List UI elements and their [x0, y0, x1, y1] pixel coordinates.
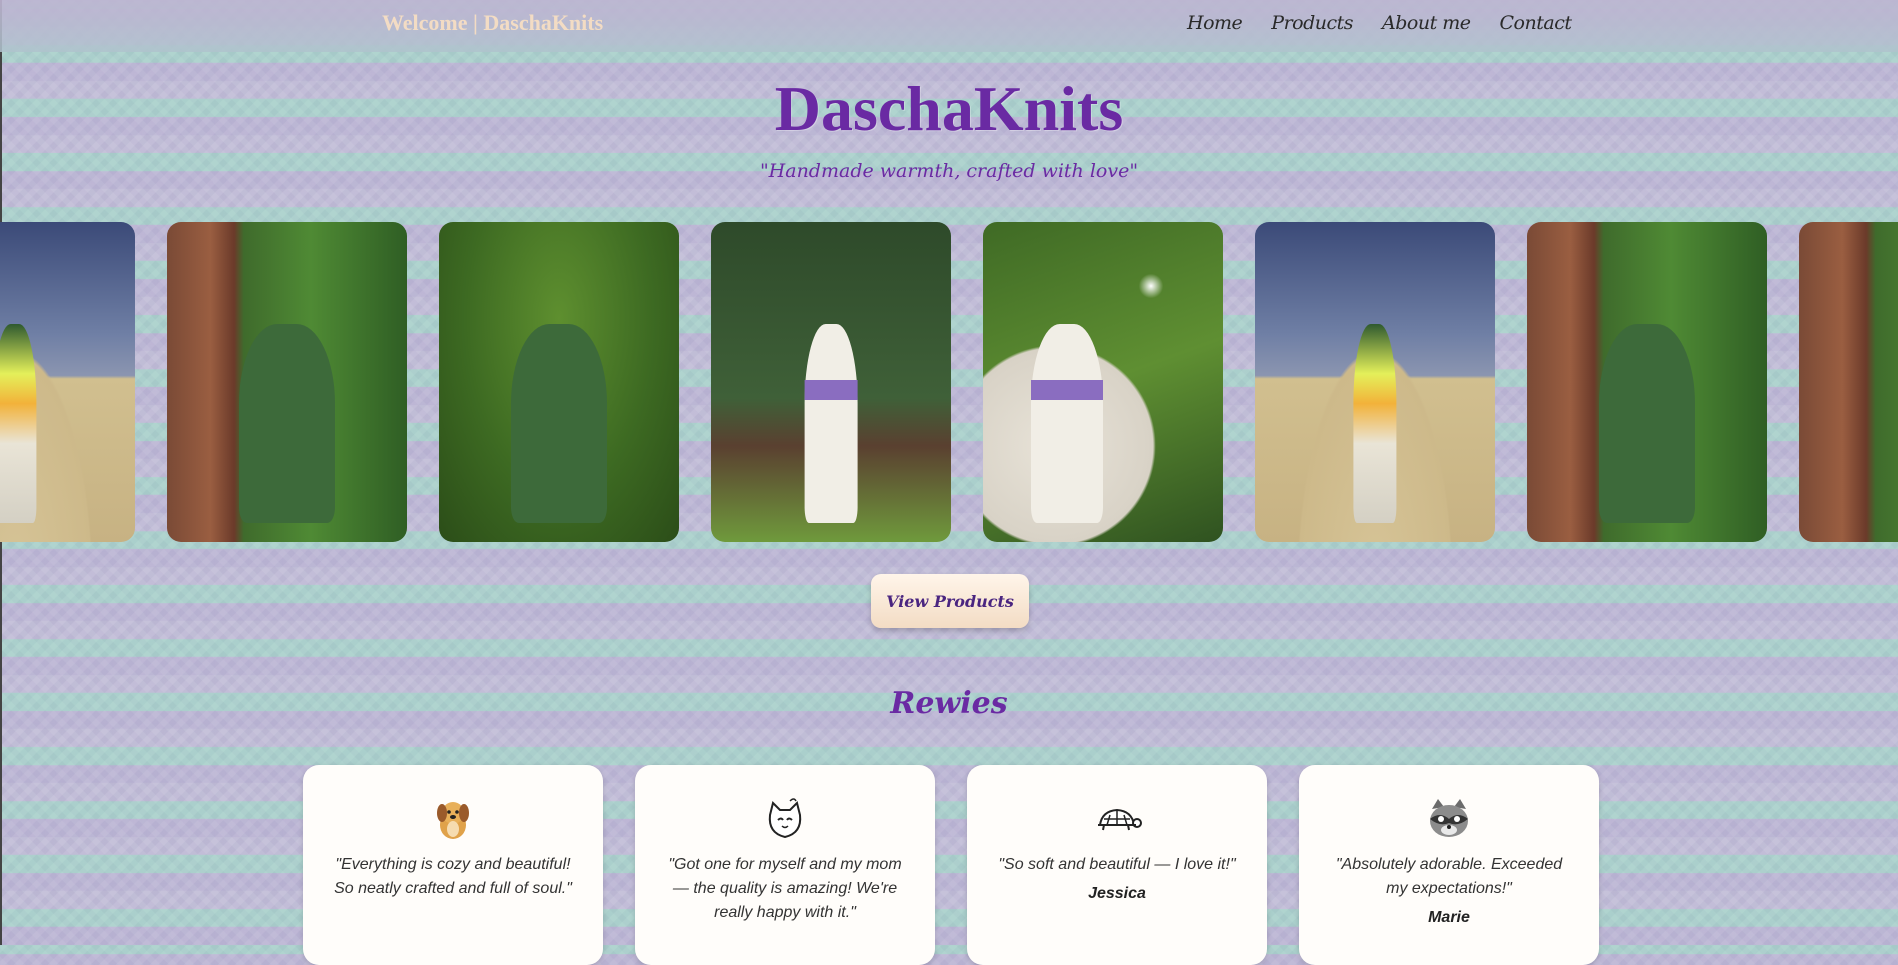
review-author: Jessica	[1088, 885, 1146, 902]
review-text: "Got one for myself and my mom — the qua…	[668, 856, 902, 921]
welcome-title: Welcome | DaschaKnits	[382, 10, 604, 35]
review-card: "So soft and beautiful — I love it!" Jes…	[967, 765, 1267, 965]
carousel-photo-forest-cardigan[interactable]	[439, 222, 679, 542]
review-card: "Absolutely adorable. Exceeded my expect…	[1299, 765, 1599, 965]
nav-about-link[interactable]: About me	[1382, 12, 1471, 34]
person-figure	[1031, 324, 1103, 523]
carousel-photo-sand-dune-2[interactable]	[1255, 222, 1495, 542]
reviews-heading: Rewies	[890, 686, 1008, 721]
review-text: "So soft and beautiful — I love it!"	[998, 856, 1236, 873]
carousel-photo-church-cardigan-2[interactable]	[1527, 222, 1767, 542]
top-navigation-bar: Welcome | DaschaKnits Home Products Abou…	[0, 0, 1898, 52]
brand-tagline: "Handmade warmth, crafted with love"	[759, 160, 1139, 182]
carousel-photo-partial[interactable]	[1799, 222, 1898, 542]
carousel-photo-church-cardigan[interactable]	[167, 222, 407, 542]
review-author: Marie	[1428, 909, 1470, 926]
person-figure	[804, 324, 858, 523]
photo-carousel[interactable]	[0, 222, 1898, 542]
review-card: "Everything is cozy and beautiful! So ne…	[303, 765, 603, 965]
review-text: "Everything is cozy and beautiful! So ne…	[334, 856, 572, 897]
review-text: "Absolutely adorable. Exceeded my expect…	[1335, 856, 1563, 897]
brand-heading: DaschaKnits	[774, 73, 1124, 144]
carousel-photo-daisy-mirror[interactable]	[983, 222, 1223, 542]
view-products-button[interactable]: View Products	[871, 574, 1029, 628]
nav-products-link[interactable]: Products	[1271, 12, 1353, 34]
person-figure	[1353, 324, 1397, 523]
person-figure	[511, 324, 607, 523]
carousel-photo-sand-dune[interactable]	[0, 222, 135, 542]
raccoon-icon	[1430, 799, 1468, 837]
cat-icon	[768, 798, 802, 839]
turtle-icon	[1098, 808, 1142, 831]
person-figure	[1599, 324, 1695, 523]
dog-icon	[437, 802, 469, 839]
main-nav: Home Products About me Contact	[1187, 12, 1572, 34]
nav-home-link[interactable]: Home	[1187, 12, 1243, 34]
review-card: "Got one for myself and my mom — the qua…	[635, 765, 935, 965]
person-figure	[239, 324, 335, 523]
person-figure	[0, 324, 37, 523]
nav-contact-link[interactable]: Contact	[1500, 12, 1572, 34]
carousel-photo-tree-dress[interactable]	[711, 222, 951, 542]
